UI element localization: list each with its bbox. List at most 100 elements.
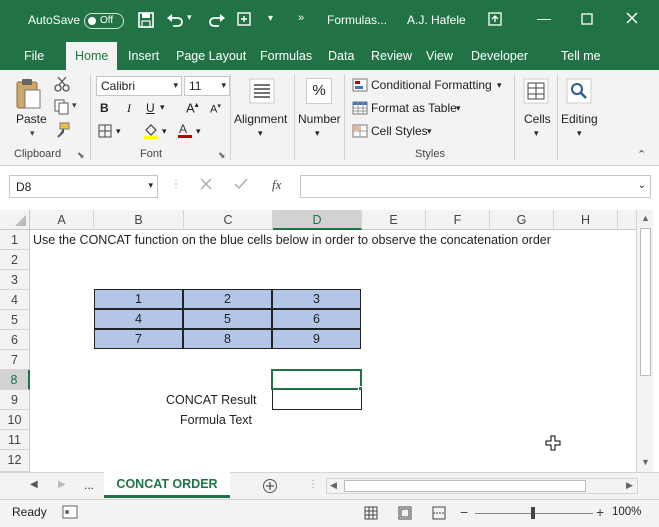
maximize-icon[interactable]: [581, 13, 593, 25]
horizontal-scrollbar[interactable]: ◀ ▶: [326, 478, 638, 494]
editing-icon[interactable]: [566, 78, 592, 104]
column-header-h[interactable]: H: [554, 210, 618, 230]
cell-b5[interactable]: 4: [94, 309, 183, 329]
next-sheet-icon[interactable]: ▶: [58, 479, 66, 490]
insert-function-button[interactable]: fx: [272, 177, 281, 193]
autosave-toggle[interactable]: Off: [84, 13, 124, 29]
font-color-dropdown-icon[interactable]: ▾: [196, 126, 201, 137]
paste-button[interactable]: Paste: [16, 112, 47, 126]
cells-dropdown-icon[interactable]: ▾: [534, 128, 539, 139]
scroll-up-icon[interactable]: ▲: [641, 213, 650, 223]
font-launcher-icon[interactable]: ⬊: [218, 150, 226, 161]
row-header-6[interactable]: 6: [0, 330, 30, 350]
zoom-slider-thumb[interactable]: [531, 507, 535, 519]
more-sheets-button[interactable]: ...: [84, 478, 94, 492]
cell-a1[interactable]: Use the CONCAT function on the blue cell…: [33, 230, 551, 250]
zoom-level[interactable]: 100%: [612, 506, 641, 518]
column-header-a[interactable]: A: [30, 210, 94, 230]
row-header-9[interactable]: 9: [0, 390, 30, 410]
save-icon[interactable]: [138, 12, 154, 28]
zoom-in-icon[interactable]: +: [596, 504, 604, 520]
minimize-icon[interactable]: —: [537, 10, 551, 26]
row-header-5[interactable]: 5: [0, 310, 30, 330]
font-name-box[interactable]: Calibri ▾: [96, 76, 182, 96]
row-header-2[interactable]: 2: [0, 250, 30, 270]
vertical-scrollbar[interactable]: ▲ ▼: [636, 210, 653, 472]
copy-icon[interactable]: [54, 99, 70, 115]
macro-record-icon[interactable]: [62, 505, 78, 519]
formula-input[interactable]: ⌄: [300, 175, 651, 198]
close-icon[interactable]: [626, 12, 638, 24]
column-header-b[interactable]: B: [94, 210, 184, 230]
conditional-formatting-button[interactable]: Conditional Formatting: [371, 78, 492, 92]
cells-button[interactable]: Cells: [524, 112, 551, 126]
format-as-table-button[interactable]: Format as Table: [371, 101, 457, 115]
paste-icon[interactable]: [14, 78, 42, 110]
editing-button[interactable]: Editing: [561, 112, 598, 126]
cell-c6[interactable]: 8: [183, 329, 272, 349]
copy-dropdown-icon[interactable]: ▾: [72, 100, 77, 111]
tell-me-search[interactable]: Tell me: [561, 49, 601, 63]
normal-view-icon[interactable]: [364, 506, 378, 520]
bold-button[interactable]: B: [100, 101, 109, 115]
page-layout-view-icon[interactable]: [398, 506, 412, 520]
underline-dropdown-icon[interactable]: ▾: [160, 102, 165, 113]
cancel-entry-icon[interactable]: [200, 178, 212, 190]
font-size-dropdown-icon[interactable]: ▾: [221, 80, 226, 91]
ribbon-display-options-icon[interactable]: [488, 12, 502, 26]
column-header-g[interactable]: G: [490, 210, 554, 230]
cell-d5[interactable]: 6: [272, 309, 361, 329]
cell-d4[interactable]: 3: [272, 289, 361, 309]
formula-bar-grip-icon[interactable]: ⋮: [171, 179, 181, 190]
alignment-button[interactable]: Alignment: [234, 112, 287, 126]
cell-d9[interactable]: [272, 390, 362, 410]
column-header-d[interactable]: D: [273, 210, 362, 230]
undo-icon[interactable]: [166, 11, 184, 29]
page-break-preview-icon[interactable]: [432, 506, 446, 520]
cell-b4[interactable]: 1: [94, 289, 183, 309]
italic-button[interactable]: I: [127, 101, 131, 116]
vertical-scroll-thumb[interactable]: [640, 228, 651, 376]
active-cell-d8[interactable]: [271, 369, 362, 390]
editing-dropdown-icon[interactable]: ▾: [577, 128, 582, 139]
row-header-11[interactable]: 11: [0, 430, 30, 450]
fill-color-dropdown-icon[interactable]: ▾: [162, 126, 167, 137]
redo-icon[interactable]: [208, 11, 226, 29]
alignment-icon[interactable]: [249, 78, 275, 104]
cell-styles-button[interactable]: Cell Styles: [371, 124, 428, 138]
column-header-c[interactable]: C: [184, 210, 273, 230]
tab-developer[interactable]: Developer: [471, 49, 528, 63]
borders-icon[interactable]: [98, 124, 112, 138]
row-header-1[interactable]: 1: [0, 230, 30, 250]
row-header-7[interactable]: 7: [0, 350, 30, 370]
user-name[interactable]: A.J. Hafele: [407, 13, 466, 27]
column-header-f[interactable]: F: [426, 210, 490, 230]
sheet-tab-concat-order[interactable]: CONCAT ORDER: [104, 472, 230, 498]
tab-formulas[interactable]: Formulas: [260, 49, 312, 63]
tab-page-layout[interactable]: Page Layout: [176, 49, 246, 63]
select-all-button[interactable]: [0, 210, 30, 230]
row-header-4[interactable]: 4: [0, 290, 30, 310]
font-name-dropdown-icon[interactable]: ▾: [173, 80, 178, 91]
horizontal-scroll-thumb[interactable]: [344, 480, 586, 492]
prev-sheet-icon[interactable]: ◀: [30, 479, 38, 490]
cell-c10[interactable]: Formula Text: [180, 410, 252, 430]
conditional-formatting-dropdown-icon[interactable]: ▾: [497, 80, 502, 91]
tab-home[interactable]: Home: [66, 42, 118, 70]
scroll-right-icon[interactable]: ▶: [626, 480, 633, 491]
collapse-ribbon-icon[interactable]: ⌃: [637, 148, 646, 161]
tab-view[interactable]: View: [426, 49, 453, 63]
row-header-3[interactable]: 3: [0, 270, 30, 290]
tab-review[interactable]: Review: [371, 49, 412, 63]
cells-icon[interactable]: [523, 78, 549, 104]
row-header-12[interactable]: 12: [0, 450, 30, 472]
confirm-entry-icon[interactable]: [234, 178, 248, 190]
cut-icon[interactable]: [54, 76, 70, 92]
tab-data[interactable]: Data: [328, 49, 354, 63]
overflow-icon[interactable]: »: [298, 12, 304, 24]
cell-c9[interactable]: CONCAT Result: [166, 390, 257, 410]
cell-styles-dropdown-icon[interactable]: ▾: [427, 126, 432, 137]
decrease-font-icon[interactable]: A▾: [210, 102, 221, 116]
format-painter-icon[interactable]: [54, 122, 70, 138]
zoom-out-icon[interactable]: −: [460, 504, 468, 520]
